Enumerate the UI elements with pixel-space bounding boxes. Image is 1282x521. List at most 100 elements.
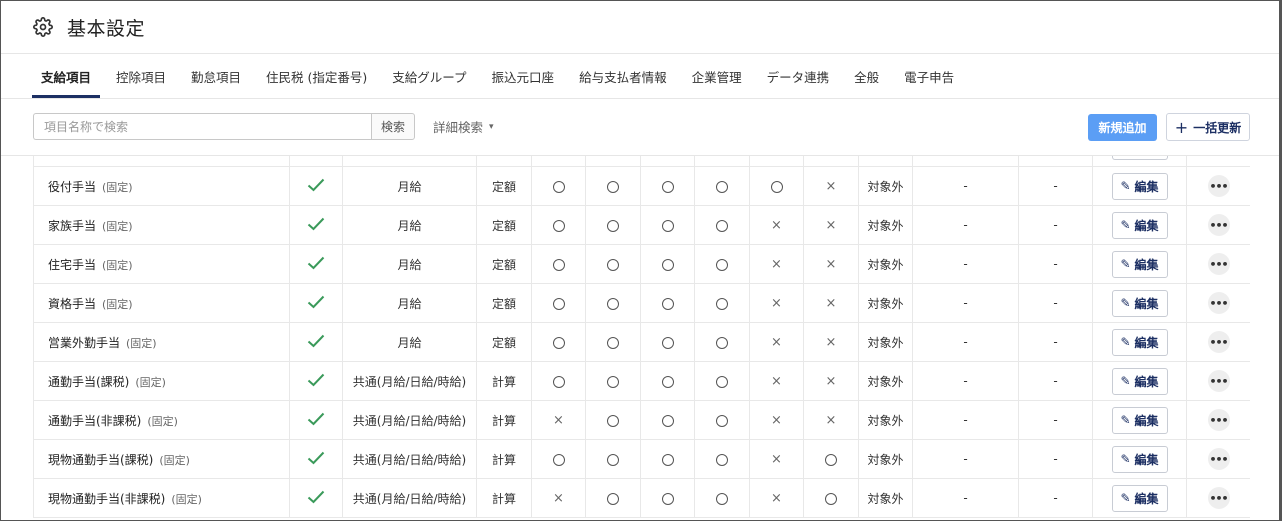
cross-mark: ×	[825, 373, 837, 389]
edit-cell: ✎ 編集	[1092, 361, 1187, 401]
more-options-icon[interactable]: •••	[1207, 448, 1230, 470]
table-row[interactable]: 通勤手当(課税) (固定) 共通(月給/日給/時給) 計算 × × 対象外 - - ✎ 編集 •••	[33, 361, 1250, 401]
circle-mark	[825, 453, 837, 466]
table-cell	[803, 156, 859, 167]
table-row[interactable]: 家族手当 (固定) 月給 定額 × × 対象外 - - ✎ 編集 •••	[33, 205, 1250, 245]
circle-mark	[825, 492, 837, 505]
advanced-search-toggle[interactable]: 詳細検索 ▾	[433, 113, 494, 140]
flag-cell-c1	[531, 439, 586, 479]
circle-mark	[716, 414, 728, 427]
tab-9[interactable]: 全般	[845, 54, 888, 98]
item-name: 資格手当	[48, 296, 97, 311]
flag-cell-c4	[694, 283, 750, 323]
fixed-label: (固定)	[126, 336, 157, 350]
edit-cell: ✎ 編集	[1092, 439, 1187, 479]
edit-button-partial[interactable]	[1111, 156, 1168, 160]
tab-1[interactable]: 控除項目	[107, 54, 175, 98]
edit-cell: ✎ 編集	[1092, 244, 1187, 284]
flag-cell-c3	[640, 283, 695, 323]
search-button[interactable]: 検索	[371, 113, 415, 140]
calc-type-cell: 計算	[476, 361, 532, 401]
edit-button[interactable]: ✎ 編集	[1111, 211, 1168, 239]
add-new-button[interactable]: 新規追加	[1088, 114, 1157, 141]
tab-7[interactable]: 企業管理	[683, 54, 751, 98]
circle-mark	[607, 219, 619, 232]
tab-6[interactable]: 給与支払者情報	[570, 54, 676, 98]
item-name: 現物通勤手当(非課税)	[48, 491, 166, 506]
table-row[interactable]: 営業外勤手当 (固定) 月給 定額 × × 対象外 - - ✎ 編集 •••	[33, 322, 1250, 362]
item-name-cell: 通勤手当(課税) (固定)	[33, 361, 290, 401]
more-cell: •••	[1186, 400, 1250, 440]
table-row[interactable]: 役付手当 (固定) 月給 定額 × 対象外 - - ✎ 編集 •••	[33, 166, 1250, 206]
bulk-update-button[interactable]: + 一括更新	[1166, 113, 1250, 141]
tab-3[interactable]: 住民税 (指定番号)	[257, 54, 376, 98]
status-cell: 対象外	[858, 166, 913, 206]
more-options-icon[interactable]: •••	[1207, 214, 1230, 236]
flag-cell-c1: ×	[531, 478, 586, 518]
edit-button[interactable]: ✎ 編集	[1111, 172, 1168, 200]
advanced-search-label: 詳細検索	[433, 120, 484, 135]
edit-button[interactable]: ✎ 編集	[1111, 484, 1168, 512]
table-row[interactable]: 住宅手当 (固定) 月給 定額 × × 対象外 - - ✎ 編集 •••	[33, 244, 1250, 284]
table-cell	[476, 156, 532, 167]
fixed-label: (固定)	[102, 180, 133, 194]
more-options-icon[interactable]: •••	[1207, 370, 1230, 392]
circle-mark	[552, 375, 565, 388]
circle-mark	[607, 492, 619, 505]
enabled-cell	[289, 166, 343, 206]
tab-2[interactable]: 勤怠項目	[182, 54, 250, 98]
edit-button[interactable]: ✎ 編集	[1111, 289, 1168, 317]
check-icon	[307, 256, 325, 269]
item-name: 現物通勤手当(課税)	[48, 452, 154, 467]
edit-cell: ✎ 編集	[1092, 400, 1187, 440]
edit-button[interactable]: ✎ 編集	[1111, 406, 1168, 434]
edit-label: 編集	[1134, 335, 1159, 350]
more-options-icon[interactable]: •••	[1207, 331, 1230, 353]
search-input[interactable]	[33, 113, 371, 140]
table-row[interactable]: 資格手当 (固定) 月給 定額 × × 対象外 - - ✎ 編集 •••	[33, 283, 1250, 323]
table-cell	[342, 156, 477, 167]
flag-cell-c1	[531, 361, 586, 401]
item-name-cell: 現物通勤手当(課税) (固定)	[33, 439, 290, 479]
pencil-icon: ✎	[1120, 491, 1131, 505]
detail-cell-2: -	[1018, 322, 1093, 362]
flag-cell-c2	[585, 283, 641, 323]
tab-8[interactable]: データ連携	[758, 54, 839, 98]
edit-cell: ✎ 編集	[1092, 166, 1187, 206]
more-options-icon[interactable]: •••	[1207, 253, 1230, 275]
edit-button[interactable]: ✎ 編集	[1111, 445, 1168, 473]
more-options-icon[interactable]: •••	[1207, 175, 1230, 197]
circle-mark	[552, 219, 565, 232]
tab-0[interactable]: 支給項目	[32, 54, 101, 98]
flag-cell-c6: ×	[803, 244, 859, 284]
flag-cell-c5: ×	[749, 283, 804, 323]
tab-10[interactable]: 電子申告	[895, 54, 963, 98]
more-options-icon[interactable]: •••	[1207, 292, 1230, 314]
flag-cell-c5: ×	[749, 244, 804, 284]
item-name: 通勤手当(課税)	[48, 374, 130, 389]
circle-mark	[552, 258, 565, 271]
pencil-icon: ✎	[1120, 374, 1131, 388]
fixed-label: (固定)	[135, 375, 166, 389]
enabled-cell	[289, 400, 343, 440]
circle-mark	[607, 453, 619, 466]
more-options-icon[interactable]: •••	[1207, 409, 1230, 431]
detail-cell-2: -	[1018, 478, 1093, 518]
edit-button[interactable]: ✎ 編集	[1111, 328, 1168, 356]
pay-type-cell: 共通(月給/日給/時給)	[342, 439, 477, 479]
item-name: 通勤手当(非課税)	[48, 413, 142, 428]
cross-mark: ×	[771, 490, 782, 506]
table-row[interactable]: 通勤手当(非課税) (固定) 共通(月給/日給/時給) 計算 × × × 対象外 - - ✎ 編集 ••…	[33, 400, 1250, 440]
table-row[interactable]: 現物通勤手当(非課税) (固定) 共通(月給/日給/時給) 計算 × × 対象外 - - ✎ 編集 •…	[33, 478, 1250, 518]
table-cell	[289, 156, 343, 167]
edit-label: 編集	[1134, 374, 1159, 389]
edit-button[interactable]: ✎ 編集	[1111, 367, 1168, 395]
items-table-container[interactable]: 役付手当 (固定) 月給 定額 × 対象外 - - ✎ 編集 ••• 家族手当 (固定) 月給 定額 × × 対象…	[33, 156, 1250, 520]
tab-5[interactable]: 振込元口座	[483, 54, 564, 98]
more-options-icon[interactable]: •••	[1207, 487, 1230, 509]
circle-mark	[716, 180, 728, 193]
tab-4[interactable]: 支給グループ	[383, 54, 475, 98]
edit-button[interactable]: ✎ 編集	[1111, 250, 1168, 278]
table-row[interactable]: 現物通勤手当(課税) (固定) 共通(月給/日給/時給) 計算 × 対象外 - - ✎ 編集 •••	[33, 439, 1250, 479]
status-cell: 対象外	[858, 478, 913, 518]
